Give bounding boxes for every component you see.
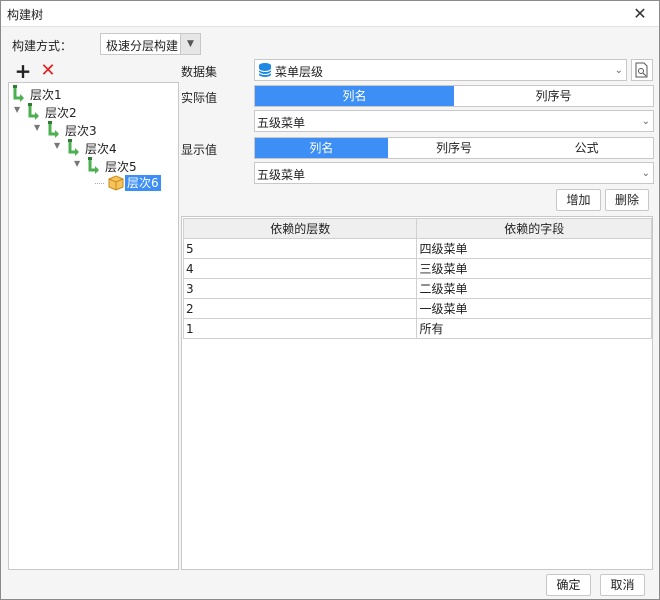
actual-value-value: 五级菜单 <box>257 116 306 130</box>
display-value-select[interactable]: 五级菜单 ⌄ <box>254 162 654 184</box>
tree-node-label: 层次6 <box>125 175 161 191</box>
table-cell-field[interactable]: 一级菜单 <box>416 298 652 319</box>
dataset-select[interactable]: 菜单层级 ⌄ <box>254 59 627 81</box>
table-cell-field[interactable]: 所有 <box>416 318 652 339</box>
chevron-down-icon[interactable]: ⌄ <box>642 116 650 127</box>
tree-branch-icon <box>11 84 27 102</box>
table-cell-level[interactable]: 2 <box>182 298 418 319</box>
display-value-label: 显示值 <box>181 143 218 157</box>
expand-arrow-icon[interactable]: ▼ <box>74 159 84 168</box>
expand-arrow-icon[interactable]: ▼ <box>14 105 24 114</box>
window-title: 构建树 <box>7 8 44 22</box>
database-icon <box>257 62 273 78</box>
table-row[interactable]: 4 三级菜单 <box>182 258 652 279</box>
table-cell-field[interactable]: 三级菜单 <box>416 258 652 279</box>
table-cell-field[interactable]: 四级菜单 <box>416 238 652 259</box>
chevron-down-icon[interactable]: ▼ <box>180 34 200 54</box>
table-cell-level[interactable]: 4 <box>182 258 418 279</box>
chevron-down-icon[interactable]: ⌄ <box>642 168 650 179</box>
add-button[interactable]: 增加 <box>556 189 601 211</box>
table-header-row: 依赖的层数 依赖的字段 <box>182 218 652 239</box>
build-tree-dialog: 构建树 ✕ 构建方式： 极速分层构建 ▼ + ✕ 层次1 ▼ 层次2 ▼ 层次3… <box>0 0 660 600</box>
tree-branch-icon <box>66 138 82 156</box>
tree-panel: 层次1 ▼ 层次2 ▼ 层次3 ▼ 层次4 ▼ 层次5 层次6 <box>8 82 179 570</box>
build-method-value: 极速分层构建 <box>106 39 179 53</box>
header-dependent-level[interactable]: 依赖的层数 <box>182 218 418 239</box>
tree-branch-icon <box>86 156 102 174</box>
title-bar: 构建树 ✕ <box>1 1 659 27</box>
preview-button[interactable] <box>631 59 653 81</box>
cancel-button[interactable]: 取消 <box>600 574 645 596</box>
preview-icon <box>635 62 649 81</box>
table-cell-level[interactable]: 3 <box>182 278 418 299</box>
actual-mode-column-index[interactable]: 列序号 <box>454 86 653 106</box>
display-value-mode-toggle: 列名 列序号 公式 <box>254 137 654 159</box>
display-mode-formula[interactable]: 公式 <box>520 138 653 158</box>
table-row[interactable]: 1 所有 <box>182 318 652 339</box>
table-row[interactable]: 5 四级菜单 <box>182 238 652 259</box>
actual-mode-column-name[interactable]: 列名 <box>255 86 454 106</box>
table-cell-level[interactable]: 1 <box>182 318 418 339</box>
expand-arrow-icon[interactable]: ▼ <box>54 141 64 150</box>
dependency-table: 依赖的层数 依赖的字段 5 四级菜单 4 三级菜单 3 二级菜单 2 一级菜单 … <box>181 216 653 570</box>
tree-branch-icon <box>26 102 42 120</box>
display-mode-column-index[interactable]: 列序号 <box>388 138 521 158</box>
table-row[interactable]: 2 一级菜单 <box>182 298 652 319</box>
actual-value-select[interactable]: 五级菜单 ⌄ <box>254 110 654 132</box>
expand-arrow-icon[interactable]: ▼ <box>34 123 44 132</box>
actual-value-mode-toggle: 列名 列序号 <box>254 85 654 107</box>
table-row[interactable]: 3 二级菜单 <box>182 278 652 299</box>
tree-connector <box>95 183 104 184</box>
chevron-down-icon[interactable]: ⌄ <box>615 65 623 76</box>
actual-value-label: 实际值 <box>181 91 218 105</box>
delete-button[interactable]: 删除 <box>605 189 649 211</box>
dataset-label: 数据集 <box>181 65 218 79</box>
table-cell-field[interactable]: 二级菜单 <box>416 278 652 299</box>
delete-icon[interactable]: ✕ <box>39 61 57 81</box>
build-method-label: 构建方式： <box>12 39 73 53</box>
leaf-box-icon <box>108 174 124 192</box>
display-mode-column-name[interactable]: 列名 <box>255 138 388 158</box>
dataset-value: 菜单层级 <box>275 65 324 79</box>
tree-node-label: 层次4 <box>85 142 117 156</box>
display-value-value: 五级菜单 <box>257 168 306 182</box>
tree-node-label: 层次1 <box>30 88 62 102</box>
tree-node-label: 层次5 <box>105 160 137 174</box>
ok-button[interactable]: 确定 <box>546 574 591 596</box>
dependency-grid: 依赖的层数 依赖的字段 5 四级菜单 4 三级菜单 3 二级菜单 2 一级菜单 … <box>182 218 652 339</box>
header-dependent-field[interactable]: 依赖的字段 <box>416 218 652 239</box>
build-method-select[interactable]: 极速分层构建 ▼ <box>100 33 201 55</box>
tree-node-label: 层次3 <box>65 124 97 138</box>
close-icon[interactable]: ✕ <box>631 5 649 23</box>
tree-branch-icon <box>46 120 62 138</box>
table-cell-level[interactable]: 5 <box>182 238 418 259</box>
add-icon[interactable]: + <box>14 61 32 81</box>
tree-node-label: 层次2 <box>45 106 77 120</box>
